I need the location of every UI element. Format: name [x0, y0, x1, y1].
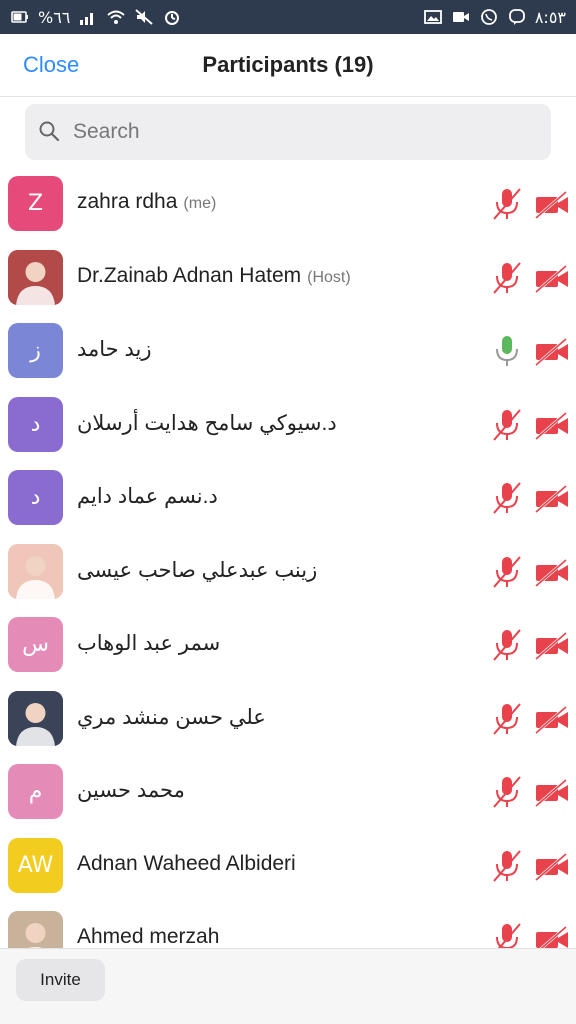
participant-name: Ahmed merzah [77, 925, 220, 948]
participant-name-wrap: علي حسن منشد مري [77, 705, 266, 730]
avatar-initials: ز [30, 338, 41, 363]
participant-row[interactable]: AW Adnan Waheed Albideri [0, 830, 576, 904]
participant-row[interactable]: م محمد حسين [0, 756, 576, 830]
participant-row[interactable]: س سمر عبد الوهاب [0, 609, 576, 683]
participant-row[interactable]: ز زيد حامد [0, 315, 576, 389]
participant-name: Adnan Waheed Albideri [77, 851, 296, 875]
footer-bar: Invite [0, 948, 576, 1024]
avatar-initials: م [28, 779, 43, 804]
video-off-icon[interactable] [534, 337, 570, 367]
avatar: AW [8, 837, 63, 893]
participant-row[interactable]: د د.سيوكي سامح هدايت أرسلان [0, 389, 576, 463]
avatar: م [8, 764, 63, 819]
participant-name-wrap: Adnan Waheed Albideri [77, 852, 296, 876]
participant-name-wrap: سمر عبد الوهاب [77, 631, 220, 656]
search-icon [37, 119, 63, 145]
participant-name: زيد حامد [77, 338, 152, 361]
status-bar-right: ٨:٥٣ [423, 7, 566, 27]
search-input[interactable] [73, 120, 513, 144]
participant-name: محمد حسين [77, 779, 185, 802]
clock: ٨:٥٣ [534, 7, 566, 27]
microphone-muted-icon[interactable] [491, 407, 523, 443]
video-off-icon[interactable] [534, 411, 570, 441]
microphone-muted-icon[interactable] [491, 627, 523, 663]
microphone-muted-icon[interactable] [491, 701, 523, 737]
participant-name-wrap: د.نسم عماد دايم [77, 484, 218, 509]
avatar-initials: س [22, 632, 49, 657]
microphone-muted-icon[interactable] [491, 774, 523, 810]
mute-icon [134, 7, 154, 27]
participant-name-wrap: د.سيوكي سامح هدايت أرسلان [77, 411, 337, 436]
participant-name: سمر عبد الوهاب [77, 632, 221, 655]
wifi-icon [106, 7, 126, 27]
battery-percent: %٦٦ [38, 7, 71, 27]
search-bar[interactable] [25, 104, 551, 160]
participant-row[interactable]: د د.نسم عماد دايم [0, 462, 576, 536]
avatar: س [8, 617, 63, 672]
microphone-muted-icon[interactable] [491, 260, 523, 296]
microphone-muted-icon[interactable] [491, 848, 523, 884]
participant-name: د.نسم عماد دايم [77, 485, 218, 508]
microphone-muted-icon[interactable] [491, 186, 523, 222]
participant-row[interactable]: Zzahra rdha (me) [0, 168, 576, 242]
video-off-icon[interactable] [534, 778, 570, 808]
invite-button[interactable]: Invite [16, 959, 105, 1001]
participant-name-wrap: Dr.Zainab Adnan Hatem (Host) [77, 264, 351, 288]
page-title: Participants (19) [202, 52, 374, 77]
participant-name: zahra rdha [77, 190, 178, 213]
participant-name: Dr.Zainab Adnan Hatem [77, 263, 302, 287]
battery-icon [10, 7, 30, 27]
video-camera-icon [451, 7, 471, 27]
video-off-icon[interactable] [534, 190, 570, 220]
participants-header: Close Participants (19) [0, 34, 576, 97]
video-off-icon[interactable] [534, 852, 570, 882]
microphone-muted-icon[interactable] [491, 480, 523, 516]
microphone-icon[interactable] [491, 333, 523, 369]
status-bar-left: %٦٦ [10, 7, 182, 27]
participant-name: د.سيوكي سامح هدايت أرسلان [77, 411, 337, 435]
avatar: Z [8, 176, 63, 231]
participant-row[interactable]: زينب عبدعلي صاحب عيسى [0, 536, 576, 610]
avatar [8, 543, 63, 599]
status-bar: %٦٦ ٨:٥٣ [0, 0, 576, 34]
participant-name-wrap: محمد حسين [77, 778, 185, 803]
avatar: ز [8, 323, 63, 378]
participant-role-tag: (me) [183, 195, 217, 212]
avatar: د [8, 470, 63, 525]
avatar [8, 249, 63, 305]
avatar [8, 690, 63, 746]
avatar: د [8, 396, 63, 452]
video-off-icon[interactable] [534, 264, 570, 294]
avatar-initials: د [30, 411, 41, 437]
whatsapp-icon [479, 7, 499, 27]
video-off-icon[interactable] [534, 631, 570, 661]
participant-name: زينب عبدعلي صاحب عيسى [77, 558, 318, 582]
participant-name-wrap: زيد حامد [77, 337, 152, 362]
video-off-icon[interactable] [534, 705, 570, 735]
participant-name: علي حسن منشد مري [77, 705, 266, 729]
participant-name-wrap: Ahmed merzah [77, 925, 219, 949]
video-off-icon[interactable] [534, 558, 570, 588]
avatar-initials: د [30, 485, 41, 510]
microphone-muted-icon[interactable] [491, 554, 523, 590]
participant-list: Zzahra rdha (me) Dr.Zainab Adnan Hatem (Ho… [0, 168, 576, 977]
participant-name-wrap: zahra rdha (me) [77, 190, 216, 214]
gallery-icon [423, 7, 443, 27]
participant-name-wrap: زينب عبدعلي صاحب عيسى [77, 558, 317, 583]
participant-row[interactable]: Dr.Zainab Adnan Hatem (Host) [0, 242, 576, 316]
viber-icon [507, 7, 527, 27]
video-off-icon[interactable] [534, 484, 570, 514]
participant-role-tag: (Host) [307, 268, 351, 286]
avatar-initials: AW [17, 852, 54, 878]
alarm-icon [162, 7, 182, 27]
participant-row[interactable]: علي حسن منشد مري [0, 683, 576, 757]
signal-icon [78, 7, 98, 27]
avatar-initials: Z [27, 191, 44, 216]
